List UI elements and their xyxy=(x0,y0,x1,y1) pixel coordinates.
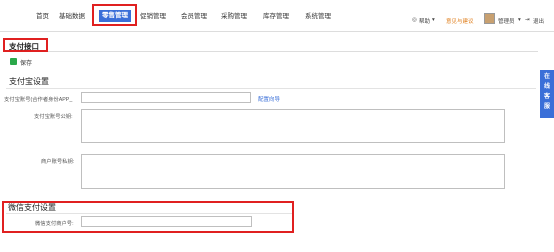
chevron-down-icon: ▾ xyxy=(518,17,521,23)
wechat-merchant-label: 微信支付商户号: xyxy=(35,221,74,227)
nav-home[interactable]: 首页 xyxy=(36,10,49,20)
page-title: 支付接口 xyxy=(9,42,39,51)
merchant-privkey-label: 商户账号私钥: xyxy=(41,159,75,165)
section-title-box: 支付接口 xyxy=(3,38,48,52)
save-button[interactable]: 保存 xyxy=(20,58,32,67)
alipay-divider xyxy=(6,88,536,89)
alipay-pubkey-textarea[interactable] xyxy=(81,109,505,143)
nav-retail[interactable]: 零售管理 xyxy=(99,10,131,22)
alipay-account-label: 支付宝账号(合作者身份APP_ xyxy=(4,97,73,103)
merchant-privkey-textarea[interactable] xyxy=(81,154,505,189)
nav-system[interactable]: 系统管理 xyxy=(305,10,331,20)
top-navigation: 首页 基础数据 零售管理 促销管理 会员管理 采购管理 库存管理 系统管理 ◎ … xyxy=(0,0,554,30)
wechat-divider xyxy=(6,213,292,214)
feedback-link[interactable]: 意见与建议 xyxy=(446,17,474,25)
chevron-down-icon: ▾ xyxy=(432,17,435,23)
alipay-account-input[interactable] xyxy=(81,92,251,103)
nav-retail-highlight: 零售管理 xyxy=(92,4,137,26)
alipay-pubkey-label: 支付宝账号公钥: xyxy=(34,114,73,120)
nav-member[interactable]: 会员管理 xyxy=(181,10,207,20)
wechat-merchant-input[interactable] xyxy=(81,216,252,227)
title-divider xyxy=(48,51,538,52)
nav-base-data[interactable]: 基础数据 xyxy=(59,10,85,20)
alipay-heading: 支付宝设置 xyxy=(9,77,49,86)
nav-purchase[interactable]: 采购管理 xyxy=(221,10,247,20)
nav-divider xyxy=(0,31,554,32)
config-wizard-link[interactable]: 配置向导 xyxy=(258,95,280,103)
avatar[interactable] xyxy=(484,13,495,24)
help-link[interactable]: 帮助 xyxy=(419,17,430,25)
user-name[interactable]: 管理员 xyxy=(498,17,515,25)
online-service-label: 在线客服 xyxy=(543,74,550,110)
logout-link[interactable]: 退出 xyxy=(533,17,544,25)
help-icon[interactable]: ◎ xyxy=(412,17,417,23)
nav-inventory[interactable]: 库存管理 xyxy=(263,10,289,20)
online-service-tab[interactable]: 在线客服 xyxy=(540,70,554,118)
wechat-heading: 微信支付设置 xyxy=(8,203,56,212)
nav-promotion[interactable]: 促销管理 xyxy=(140,10,166,20)
logout-icon[interactable]: ⇥ xyxy=(525,17,530,23)
save-icon[interactable] xyxy=(10,58,17,65)
